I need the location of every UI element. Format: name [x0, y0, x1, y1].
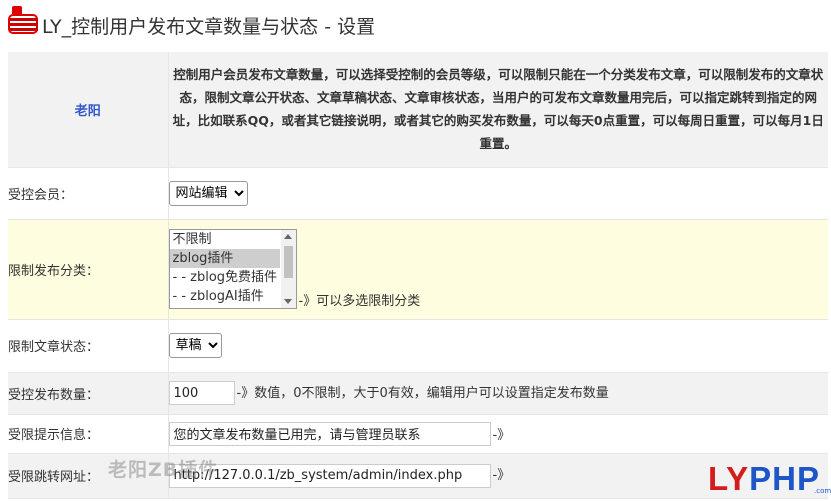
category-listbox[interactable]: 不限制 zblog插件 - - zblog免费插件 - - zblogAI插件	[168, 229, 297, 309]
category-option-zblog-plugin[interactable]: zblog插件	[169, 249, 280, 268]
redirect-hint: -》	[492, 468, 511, 483]
category-option-ai-plugin[interactable]: - - zblogAI插件	[170, 287, 296, 306]
category-option-unlimited[interactable]: 不限制	[170, 230, 296, 249]
description-cell: 控制用户会员发布文章数量，可以选择受控制的会员等级，可以限制只能在一个分类发布文…	[168, 52, 828, 168]
scroll-down-icon[interactable]	[283, 299, 292, 304]
lyphp-logo-sub: .com	[814, 487, 831, 495]
scroll-up-icon[interactable]	[283, 234, 292, 239]
status-select[interactable]: 草稿	[168, 333, 222, 358]
category-label: 限制发布分类：	[8, 219, 169, 320]
intro-row: 老阳 控制用户会员发布文章数量，可以选择受控制的会员等级，可以限制只能在一个分类…	[8, 52, 828, 168]
menu-icon[interactable]	[8, 6, 40, 36]
lyphp-logo: LYPHP	[708, 460, 820, 497]
message-hint: -》	[492, 428, 511, 443]
page-title-text: LY_控制用户发布文章数量与状态 - 设置	[42, 15, 376, 38]
message-label: 受限提示信息：	[8, 414, 169, 454]
category-option-free-plugin[interactable]: - - zblog免费插件	[170, 268, 296, 287]
member-row: 受控会员： 网站编辑	[8, 167, 828, 220]
message-input[interactable]	[168, 421, 491, 446]
author-name: 老阳	[74, 103, 101, 119]
member-select[interactable]: 网站编辑	[168, 180, 248, 206]
message-row: 受限提示信息： -》	[8, 414, 828, 454]
page-title: LY_控制用户发布文章数量与状态 - 设置	[8, 6, 376, 41]
category-scrollbar[interactable]	[280, 230, 296, 308]
watermark-text: 老阳ZB插件	[108, 459, 219, 481]
count-label: 受控发布数量：	[8, 372, 169, 415]
status-row: 限制文章状态： 草稿	[8, 319, 828, 373]
author-cell: 老阳	[8, 52, 169, 168]
status-label: 限制文章状态：	[8, 319, 169, 373]
count-row: 受控发布数量： -》数值，0不限制，大于0有效，编辑用户可以设置指定发布数量	[8, 372, 828, 415]
plugin-description: 控制用户会员发布文章数量，可以选择受控制的会员等级，可以限制只能在一个分类发布文…	[172, 67, 824, 152]
category-row: 限制发布分类： 不限制 zblog插件 - - zblog免费插件 - - zb…	[8, 219, 828, 320]
settings-table: 老阳 控制用户会员发布文章数量，可以选择受控制的会员等级，可以限制只能在一个分类…	[8, 52, 828, 499]
scroll-thumb[interactable]	[283, 246, 293, 278]
member-label: 受控会员：	[8, 167, 169, 220]
category-hint: -》可以多选限制分类	[298, 294, 421, 309]
count-input[interactable]	[168, 381, 235, 405]
count-hint: -》数值，0不限制，大于0有效，编辑用户可以设置指定发布数量	[236, 385, 609, 401]
